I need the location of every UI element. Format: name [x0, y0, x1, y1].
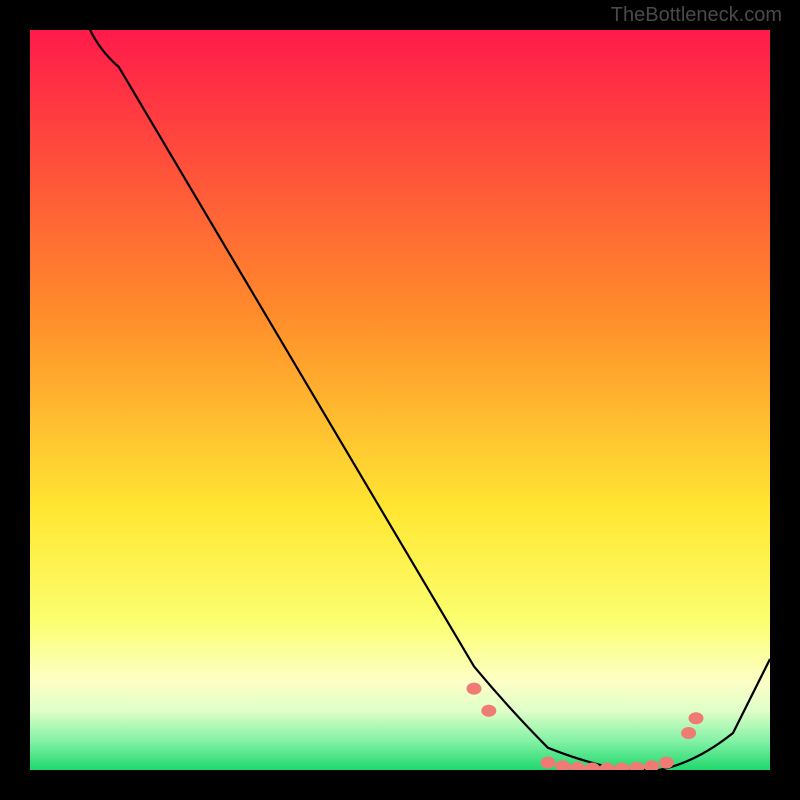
marker-dot [681, 727, 696, 739]
marker-dot [600, 763, 615, 770]
curve-layer [30, 30, 770, 770]
bottleneck-curve [89, 30, 770, 770]
marker-dot [541, 757, 556, 769]
trough-markers [467, 683, 704, 770]
attribution-text: TheBottleneck.com [611, 4, 782, 27]
marker-dot [644, 760, 659, 770]
marker-dot [629, 762, 644, 770]
marker-dot [659, 757, 674, 769]
marker-dot [555, 760, 570, 770]
chart-container: TheBottleneck.com [0, 0, 800, 800]
marker-dot [481, 705, 496, 717]
marker-dot [689, 712, 704, 724]
marker-dot [467, 683, 482, 695]
plot-area [30, 30, 770, 770]
marker-dot [570, 762, 585, 770]
marker-dot [615, 763, 630, 770]
